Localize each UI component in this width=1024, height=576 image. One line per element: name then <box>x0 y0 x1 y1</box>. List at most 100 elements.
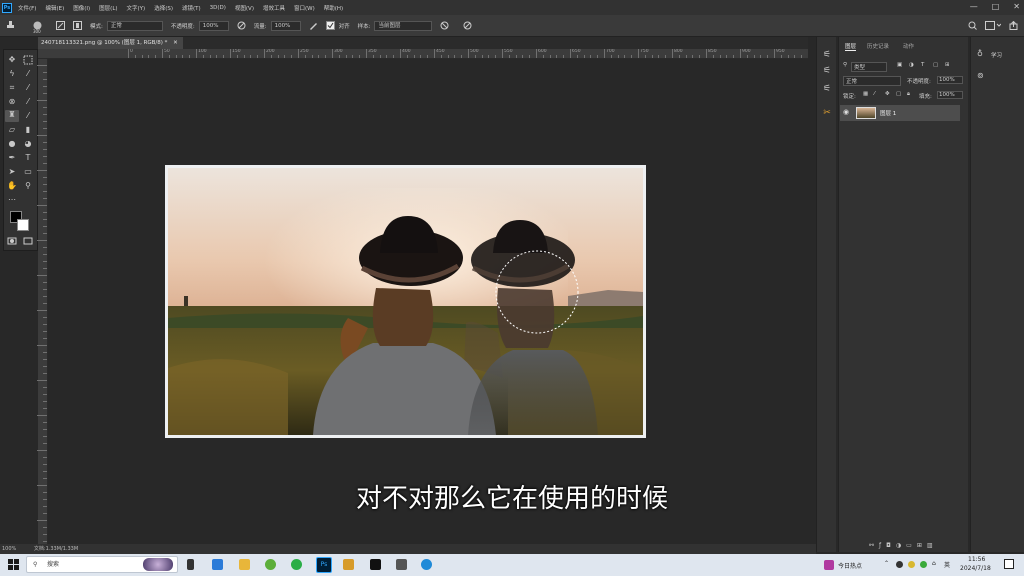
news-widget-label[interactable]: 今日热点 <box>838 561 862 570</box>
menu-plugins[interactable]: 增效工具 <box>263 4 285 12</box>
layer-name[interactable]: 图层 1 <box>880 109 896 117</box>
tab-history[interactable]: 历史记录 <box>867 42 889 50</box>
pressure-size-icon[interactable] <box>463 21 472 30</box>
menu-window[interactable]: 窗口(W) <box>294 4 315 12</box>
lightbulb-icon[interactable]: ♁ <box>977 49 983 58</box>
opacity-input[interactable]: 100% <box>198 20 229 31</box>
clone-stamp-icon[interactable] <box>6 21 15 30</box>
lasso-tool-icon[interactable]: ϟ <box>7 69 17 79</box>
toggle-brush-panel-icon[interactable] <box>56 21 65 30</box>
screen-mode-icon[interactable] <box>23 236 33 246</box>
document-tab[interactable]: 240718113321.png @ 100% (图层 1, RGB/8) * … <box>38 37 183 49</box>
menu-layer[interactable]: 图层(L) <box>99 4 117 12</box>
wechat-icon[interactable] <box>291 559 302 570</box>
brush-preset-icon[interactable]: 300 <box>33 21 42 34</box>
capcut-icon[interactable] <box>370 559 381 570</box>
maximize-button[interactable]: □ <box>992 2 1000 11</box>
lock-move-icon[interactable]: ✥ <box>885 91 890 97</box>
edge-browser-icon[interactable] <box>421 559 432 570</box>
tray-app-icon[interactable] <box>896 561 903 568</box>
pen-tool-icon[interactable]: ✒ <box>7 153 17 163</box>
tray-app2-icon[interactable] <box>908 561 915 568</box>
crop-tool-icon[interactable]: ⌗ <box>7 83 17 93</box>
document-tab-close-icon[interactable]: ✕ <box>173 40 178 46</box>
network-icon[interactable]: ⌂ <box>932 560 936 567</box>
rectangle-tool-icon[interactable]: ▭ <box>23 167 33 177</box>
airbrush-icon[interactable] <box>309 21 318 30</box>
path-selection-tool-icon[interactable]: ➤ <box>7 167 17 177</box>
ignore-adjustment-icon[interactable] <box>440 21 449 30</box>
menu-select[interactable]: 选择(S) <box>154 4 173 12</box>
brush-tool-icon[interactable]: ⁄ <box>23 97 33 107</box>
clock-date[interactable]: 2024/7/18 <box>960 565 991 572</box>
align-checkbox[interactable] <box>325 21 335 30</box>
marquee-tool-icon[interactable] <box>23 55 33 65</box>
healing-tool-icon[interactable]: ⊗ <box>7 97 17 107</box>
sample-select[interactable]: 当前图层 <box>374 20 433 31</box>
lock-pixels-icon[interactable]: ▦ <box>863 91 868 97</box>
adjustment-layer-icon[interactable]: ◑ <box>896 542 906 549</box>
eyedropper-tool-icon[interactable]: ⁄ <box>23 83 33 93</box>
photoshop-taskbar-icon[interactable]: Ps <box>316 557 332 573</box>
menu-image[interactable]: 图像(I) <box>73 4 90 12</box>
folder-icon[interactable] <box>343 559 354 570</box>
wechat-alt-icon[interactable] <box>265 559 276 570</box>
layer-row[interactable]: ◉ 图层 1 <box>840 105 960 121</box>
clock-time[interactable]: 11:56 <box>968 556 985 563</box>
blend-mode-select[interactable]: 正常 <box>843 76 901 86</box>
tools-panel-icon[interactable]: ✂ <box>821 107 833 119</box>
windows-start-icon[interactable] <box>8 559 19 572</box>
libraries-icon[interactable]: ⊚ <box>977 71 984 80</box>
file-explorer-icon[interactable] <box>239 559 250 570</box>
group-icon[interactable]: ▭ <box>906 542 917 549</box>
mask-icon[interactable]: ◘ <box>886 542 896 549</box>
camera-icon[interactable] <box>396 559 407 570</box>
filter-type-icon[interactable]: T <box>921 62 924 68</box>
layer-opacity-input[interactable]: 100% <box>937 76 963 84</box>
tray-app3-icon[interactable] <box>920 561 927 568</box>
store-icon[interactable] <box>212 559 223 570</box>
clone-stamp-tool-icon[interactable]: ♜ <box>5 110 19 122</box>
menu-edit[interactable]: 编辑(E) <box>45 4 64 12</box>
blur-tool-icon[interactable]: ● <box>7 139 17 149</box>
filter-adjustment-icon[interactable]: ◑ <box>909 62 914 68</box>
adjustments-panel-icon[interactable]: ⚟ <box>821 65 833 77</box>
tray-chevron-icon[interactable]: ⌃ <box>884 560 889 567</box>
layer-kind-select[interactable]: 类型 <box>851 62 887 72</box>
pressure-opacity-icon[interactable] <box>237 21 246 30</box>
tab-actions[interactable]: 动作 <box>903 42 914 50</box>
lock-all-icon[interactable]: 🔒︎ <box>907 91 910 98</box>
menu-view[interactable]: 视图(V) <box>235 4 254 12</box>
menu-filter[interactable]: 滤镜(T) <box>182 4 201 12</box>
more-tools-icon[interactable]: ⋯ <box>7 195 17 205</box>
zoom-tool-icon[interactable]: ⚲ <box>23 181 33 191</box>
new-layer-icon[interactable]: ⊞ <box>917 542 927 549</box>
eraser-tool-icon[interactable]: ▱ <box>7 125 17 135</box>
type-tool-icon[interactable]: T <box>23 153 33 163</box>
share-icon[interactable] <box>1009 20 1018 30</box>
magic-wand-tool-icon[interactable]: ⁄ <box>23 69 33 79</box>
hand-tool-icon[interactable]: ✋ <box>7 181 17 191</box>
properties-panel-icon[interactable]: ⚟ <box>821 49 833 61</box>
mode-select[interactable]: 正常 <box>106 20 163 31</box>
filter-smart-icon[interactable]: ⊞ <box>945 62 950 68</box>
gradient-tool-icon[interactable]: ▮ <box>23 125 33 135</box>
filter-pixel-icon[interactable]: ▣ <box>897 62 902 68</box>
move-tool-icon[interactable]: ✥ <box>7 55 17 65</box>
libraries-panel-icon[interactable]: ⚟ <box>821 83 833 95</box>
zoom-level[interactable]: 100% <box>2 546 16 552</box>
dodge-tool-icon[interactable]: ◕ <box>23 139 33 149</box>
news-widget-icon[interactable] <box>824 560 834 570</box>
tab-layers[interactable]: 图层 <box>845 42 857 51</box>
flow-input[interactable]: 100% <box>270 20 301 31</box>
history-brush-tool-icon[interactable]: ⁄ <box>23 111 33 121</box>
taskbar-search-box[interactable]: ⚲ 搜索 <box>26 556 178 573</box>
lock-paint-icon[interactable]: ⁄ <box>874 91 875 97</box>
ime-indicator[interactable]: 英 <box>944 560 950 569</box>
task-view-icon[interactable] <box>187 559 194 570</box>
background-color-swatch[interactable] <box>17 219 29 231</box>
notifications-icon[interactable] <box>1004 559 1014 569</box>
lock-artboard-icon[interactable]: ▢ <box>896 91 901 97</box>
menu-help[interactable]: 帮助(H) <box>324 4 343 12</box>
close-button[interactable]: ✕ <box>1013 2 1020 11</box>
